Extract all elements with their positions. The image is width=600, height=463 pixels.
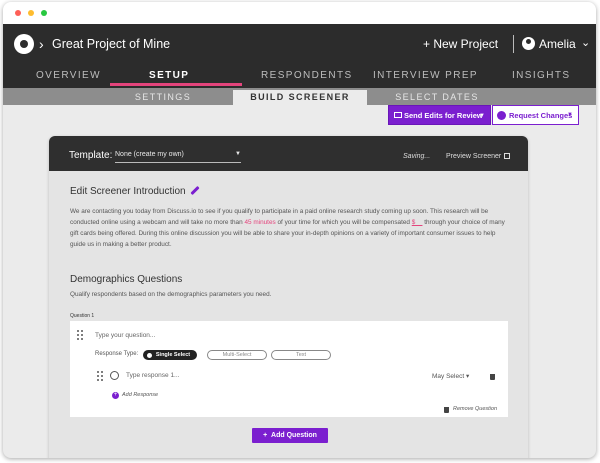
request-changes-button[interactable]: Request Changes ▼: [492, 105, 579, 125]
pencil-icon[interactable]: [190, 185, 200, 196]
user-name[interactable]: Amelia: [539, 37, 576, 51]
screener-card: Template: None (create my own) ▼ Saving.…: [49, 136, 528, 458]
request-changes-label: Request Changes: [509, 111, 573, 120]
question-input[interactable]: Type your question...: [95, 332, 155, 339]
minimize-window-button[interactable]: [28, 10, 34, 16]
remove-question-link[interactable]: Remove Question: [453, 406, 497, 412]
intro-amount: $__: [411, 219, 423, 226]
external-link-icon: [504, 153, 511, 159]
app-window: › Great Project of Mine + New Project Am…: [3, 2, 596, 458]
add-question-label: Add Question: [271, 432, 317, 439]
sub-nav: SETTINGS BUILD SCREENER SELECT DATES: [3, 88, 596, 105]
pencil-circle-icon: [497, 111, 506, 120]
may-select-label: May Select: [432, 373, 465, 380]
response-type-single-select[interactable]: Single Select: [143, 350, 197, 360]
intro-section-title: Edit Screener Introduction: [70, 185, 200, 197]
radio-icon: [110, 371, 119, 380]
demographics-title: Demographics Questions: [70, 274, 183, 285]
trash-icon[interactable]: [490, 374, 495, 380]
send-edits-button[interactable]: Send Edits for Review ▼: [388, 105, 491, 125]
response-input[interactable]: Type response 1...: [126, 372, 179, 379]
subtab-build-screener[interactable]: BUILD SCREENER: [233, 90, 367, 105]
question-label: Question 1: [70, 313, 95, 319]
tab-interview-prep[interactable]: INTERVIEW PREP: [373, 70, 478, 81]
close-window-button[interactable]: [15, 10, 21, 16]
breadcrumb-separator: ›: [39, 36, 44, 52]
intro-minutes: 45 minutes: [244, 219, 276, 226]
trash-icon: [444, 407, 449, 413]
single-select-label: Single Select: [155, 352, 191, 358]
caret-down-icon: ▼: [235, 151, 241, 157]
preview-label: Preview Screener: [446, 153, 502, 160]
tab-insights[interactable]: INSIGHTS: [512, 70, 570, 81]
header-divider: [513, 35, 514, 53]
send-edits-label: Send Edits for Review: [404, 111, 483, 120]
template-label: Template:: [69, 150, 113, 161]
caret-down-icon: ▼: [479, 113, 485, 119]
project-title[interactable]: Great Project of Mine: [52, 37, 170, 51]
plus-icon: +: [263, 432, 268, 439]
active-tab-indicator: [110, 83, 242, 86]
may-select-dropdown[interactable]: May Select ▾: [432, 372, 469, 380]
subtab-select-dates[interactable]: SELECT DATES: [377, 90, 497, 105]
tab-overview[interactable]: OVERVIEW: [36, 70, 101, 81]
subtab-settings[interactable]: SETTINGS: [103, 90, 223, 105]
intro-text[interactable]: We are contacting you today from Discuss…: [70, 206, 510, 250]
template-value: None (create my own): [115, 151, 184, 158]
plus-circle-icon[interactable]: +: [112, 392, 119, 399]
drag-handle-icon[interactable]: [77, 330, 85, 340]
add-response-link[interactable]: Add Response: [122, 392, 158, 398]
template-bar: Template: None (create my own) ▼ Saving.…: [49, 136, 528, 171]
intro-title-text: Edit Screener Introduction: [70, 186, 186, 197]
check-icon: [147, 353, 152, 358]
question-box: Type your question... Response Type: Sin…: [70, 321, 508, 417]
demographics-subtitle: Qualify respondents based on the demogra…: [70, 291, 272, 298]
preview-screener-link[interactable]: Preview Screener: [446, 153, 511, 160]
new-project-button[interactable]: + New Project: [423, 37, 498, 51]
response-type-text[interactable]: Text: [271, 350, 331, 360]
intro-text-part: of your time for which you will be compe…: [275, 219, 412, 226]
main-nav: OVERVIEW SETUP RESPONDENTS INTERVIEW PRE…: [3, 64, 596, 88]
caret-down-icon: ▼: [567, 112, 573, 118]
envelope-icon: [394, 112, 402, 118]
add-question-button[interactable]: + Add Question: [252, 428, 328, 443]
discuss-logo-icon[interactable]: [14, 34, 34, 54]
app-header: › Great Project of Mine + New Project Am…: [3, 24, 596, 64]
tab-setup[interactable]: SETUP: [149, 70, 189, 81]
window-titlebar: [3, 2, 596, 24]
drag-handle-icon[interactable]: [97, 371, 105, 381]
response-type-label: Response Type:: [95, 351, 139, 357]
tab-respondents[interactable]: RESPONDENTS: [261, 70, 353, 81]
chevron-down-icon[interactable]: ⌄: [581, 36, 590, 49]
template-select[interactable]: None (create my own) ▼: [115, 151, 241, 163]
caret-down-icon: ▾: [465, 373, 470, 380]
response-type-multi-select[interactable]: Multi-Select: [207, 350, 267, 360]
saving-status: Saving...: [403, 153, 431, 160]
user-avatar-icon[interactable]: [522, 37, 535, 50]
maximize-window-button[interactable]: [41, 10, 47, 16]
